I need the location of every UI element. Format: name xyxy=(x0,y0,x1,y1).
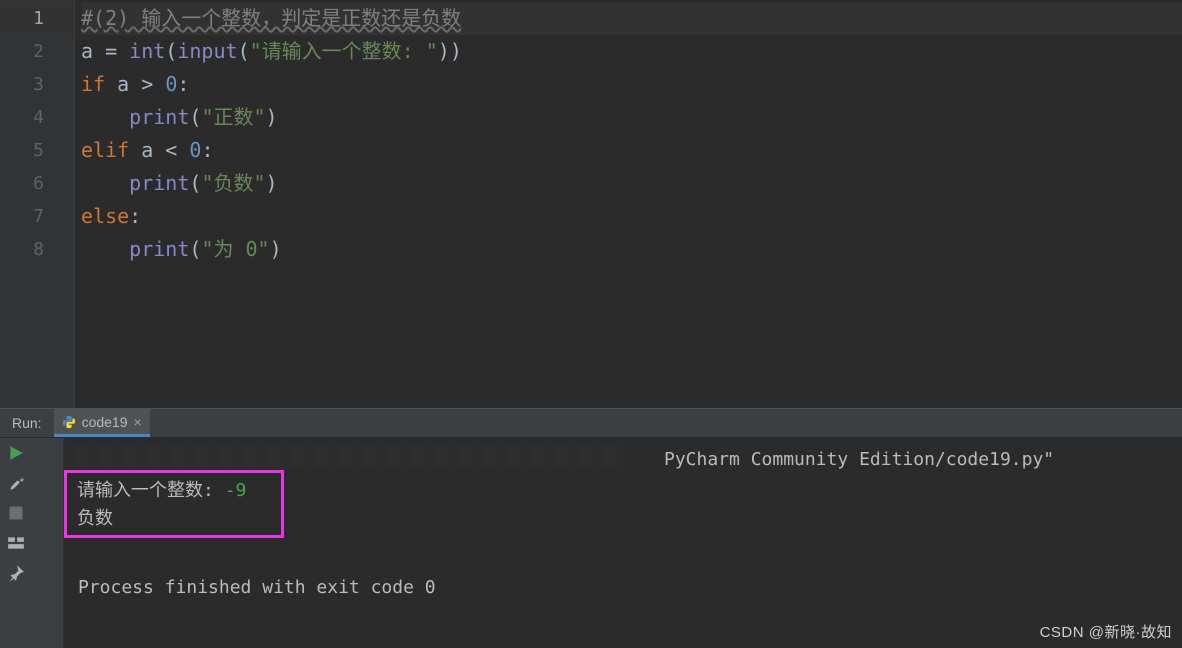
code-token: a = xyxy=(81,39,129,63)
code-token: else xyxy=(81,204,129,228)
input-prompt: 请输入一个整数: xyxy=(77,480,225,501)
code-line-3[interactable]: if a > 0: xyxy=(81,68,1182,101)
run-panel-header: Run: code19 × xyxy=(0,408,1182,438)
code-token: 0 xyxy=(165,72,177,96)
code-line-6[interactable]: print("负数") xyxy=(81,167,1182,200)
code-token: elif xyxy=(81,138,129,162)
code-token: print xyxy=(129,237,189,261)
run-toolbar-right xyxy=(32,438,64,648)
wrench-icon[interactable] xyxy=(7,474,25,492)
code-token: input xyxy=(177,39,237,63)
gutter-line: 8 xyxy=(0,233,74,266)
code-area[interactable]: #(2) 输入一个整数，判定是正数还是负数 a = int(input("请输入… xyxy=(75,0,1182,408)
code-line-1[interactable]: #(2) 输入一个整数，判定是正数还是负数 xyxy=(81,2,1182,35)
code-token: "正数" xyxy=(201,105,265,129)
layout-icon[interactable] xyxy=(7,534,25,552)
code-token: : xyxy=(177,72,189,96)
code-token: print xyxy=(129,171,189,195)
redacted-command-path xyxy=(64,446,624,468)
code-token: "请输入一个整数: " xyxy=(250,39,438,63)
code-token: int xyxy=(129,39,165,63)
code-token: "为 0" xyxy=(201,237,269,261)
user-entered-value: -9 xyxy=(225,480,247,501)
code-token: "负数" xyxy=(201,171,265,195)
code-token: : xyxy=(129,204,141,228)
close-icon[interactable]: × xyxy=(134,414,142,430)
console-result-line: 负数 xyxy=(77,505,271,533)
run-panel-label: Run: xyxy=(0,415,54,431)
code-line-4[interactable]: print("正数") xyxy=(81,101,1182,134)
stop-icon[interactable] xyxy=(7,504,25,522)
code-token: if xyxy=(81,72,105,96)
command-path-tail: PyCharm Community Edition/code19.py" xyxy=(664,446,1054,474)
code-token: a > xyxy=(105,72,165,96)
line-number-gutter[interactable]: 1 2 3 4 5 6 7 8 xyxy=(0,0,75,408)
code-line-8[interactable]: print("为 0") xyxy=(81,233,1182,266)
highlighted-output-box: 请输入一个整数: -9 负数 xyxy=(64,470,284,538)
gutter-line: 1 xyxy=(0,2,74,35)
process-exit-line: Process finished with exit code 0 xyxy=(78,574,436,602)
code-line-7[interactable]: else: xyxy=(81,200,1182,233)
python-icon xyxy=(62,415,76,429)
code-token: 0 xyxy=(189,138,201,162)
code-editor: 1 2 3 4 5 6 7 8 #(2) 输入一个整数，判定是正数还是负数 a … xyxy=(0,0,1182,408)
csdn-watermark: CSDN @新晓·故知 xyxy=(1040,621,1172,642)
gutter-line: 2 xyxy=(0,35,74,68)
gutter-line: 3 xyxy=(0,68,74,101)
console-output[interactable]: PyCharm Community Edition/code19.py" 请输入… xyxy=(64,438,1182,648)
run-toolbar-left xyxy=(0,438,32,648)
code-line-2[interactable]: a = int(input("请输入一个整数: ")) xyxy=(81,35,1182,68)
pin-icon[interactable] xyxy=(7,564,25,582)
gutter-line: 6 xyxy=(0,167,74,200)
gutter-line: 5 xyxy=(0,134,74,167)
rerun-icon[interactable] xyxy=(7,444,25,462)
code-token: print xyxy=(129,105,189,129)
comment-text: #(2) 输入一个整数，判定是正数还是负数 xyxy=(81,6,461,30)
console-prompt-line: 请输入一个整数: -9 xyxy=(77,477,271,505)
gutter-line: 7 xyxy=(0,200,74,233)
code-token: : xyxy=(201,138,213,162)
run-panel: PyCharm Community Edition/code19.py" 请输入… xyxy=(0,438,1182,648)
gutter-line: 4 xyxy=(0,101,74,134)
run-tab[interactable]: code19 × xyxy=(54,409,150,437)
code-line-5[interactable]: elif a < 0: xyxy=(81,134,1182,167)
run-tab-label: code19 xyxy=(82,414,128,430)
code-token: a < xyxy=(129,138,189,162)
